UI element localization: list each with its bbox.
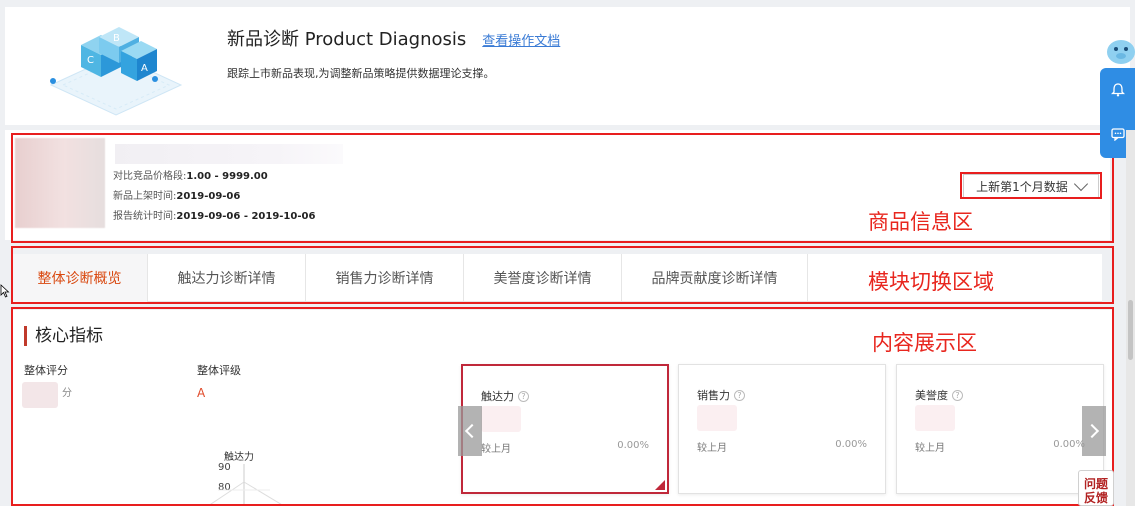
- scrollbar-thumb[interactable]: [1128, 300, 1133, 360]
- card-title-row: 触达力 ?: [481, 388, 529, 404]
- help-icon[interactable]: ?: [952, 389, 963, 401]
- score-unit: 分: [62, 388, 72, 399]
- carousel-prev-button[interactable]: [458, 406, 482, 456]
- feedback-button[interactable]: 问题反馈: [1078, 470, 1114, 506]
- card-mom-label: 较上月: [915, 443, 945, 454]
- tab-reach-details[interactable]: 触达力诊断详情: [148, 254, 306, 302]
- content-area-annotation-label: 内容展示区: [872, 331, 977, 355]
- help-icon[interactable]: ?: [734, 389, 745, 401]
- product-cube-logo: B C A: [49, 27, 183, 116]
- card-mom-value: 0.00%: [1053, 439, 1085, 450]
- tab-sales-details[interactable]: 销售力诊断详情: [306, 254, 464, 302]
- tab-reputation-details[interactable]: 美誉度诊断详情: [464, 254, 622, 302]
- card-value-redacted: [481, 406, 521, 432]
- listed-date-value: 2019-09-06: [176, 191, 241, 202]
- report-period-value: 2019-09-06 - 2019-10-06: [176, 211, 316, 222]
- card-value-redacted: [697, 405, 737, 431]
- metric-card-reputation[interactable]: 美誉度 ? 较上月 0.00%: [896, 364, 1104, 494]
- logo-letter-a: A: [141, 63, 148, 74]
- card-title: 美誉度: [915, 389, 948, 402]
- card-title: 触达力: [481, 390, 514, 403]
- carousel-next-button[interactable]: [1082, 406, 1106, 456]
- card-mom-value: 0.00%: [835, 439, 867, 450]
- page-subtitle: 跟踪上市新品表现,为调整新品策略提供数据理论支撑。: [227, 67, 495, 80]
- mascot-icon: [1107, 40, 1135, 64]
- logo-letter-b: B: [113, 33, 120, 44]
- chevron-down-icon: [1073, 176, 1088, 191]
- price-band-value: 1.00 - 9999.00: [186, 171, 268, 182]
- card-value-redacted: [915, 405, 955, 431]
- tab-overall-overview[interactable]: 整体诊断概览: [12, 254, 148, 302]
- card-title-row: 美誉度 ?: [915, 387, 963, 403]
- product-area-annotation-label: 商品信息区: [868, 210, 973, 234]
- overall-grade-label: 整体评级: [197, 364, 241, 377]
- card-mom-label: 较上月: [481, 444, 511, 455]
- overall-score-label: 整体评分: [24, 364, 68, 377]
- overall-score-redacted: [22, 382, 58, 408]
- section-title: 核心指标: [24, 326, 103, 346]
- price-band-row: 对比竞品价格段:1.00 - 9999.00: [113, 167, 268, 182]
- page-header: B C A 新品诊断 Product Diagnosis 查看操作文档 跟踪上市…: [5, 7, 1130, 125]
- metric-card-reach[interactable]: 触达力 ? 较上月 0.00%: [461, 364, 669, 494]
- listed-date-label: 新品上架时间:: [113, 191, 177, 202]
- view-docs-link[interactable]: 查看操作文档: [482, 30, 560, 49]
- mouse-cursor-icon: [0, 284, 10, 298]
- notification-bell-icon[interactable]: [1100, 68, 1135, 112]
- overall-grade-value: A: [197, 386, 206, 400]
- report-period-label: 报告统计时间:: [113, 211, 177, 222]
- card-mom-value: 0.00%: [617, 440, 649, 451]
- help-icon[interactable]: ?: [518, 390, 529, 402]
- product-thumbnail: [15, 138, 105, 228]
- logo-letter-c: C: [87, 55, 94, 66]
- tab-brand-contribution-details[interactable]: 品牌贡献度诊断详情: [622, 254, 808, 302]
- card-mom-label: 较上月: [697, 443, 727, 454]
- price-band-label: 对比竞品价格段:: [113, 171, 187, 182]
- card-title: 销售力: [697, 389, 730, 402]
- listed-date-row: 新品上架时间:2019-09-06: [113, 187, 240, 202]
- selected-corner-icon: [655, 480, 665, 490]
- tab-area-annotation-label: 模块切换区域: [868, 270, 994, 294]
- product-name-redacted: [115, 144, 343, 164]
- month-select-value: 上新第1个月数据: [976, 179, 1068, 194]
- page-title: 新品诊断 Product Diagnosis: [227, 29, 467, 50]
- month-data-select[interactable]: 上新第1个月数据: [963, 174, 1099, 198]
- radar-chart: [207, 464, 285, 506]
- report-period-row: 报告统计时间:2019-09-06 - 2019-10-06: [113, 207, 315, 222]
- card-title-row: 销售力 ?: [697, 387, 745, 403]
- metric-card-sales[interactable]: 销售力 ? 较上月 0.00%: [678, 364, 886, 494]
